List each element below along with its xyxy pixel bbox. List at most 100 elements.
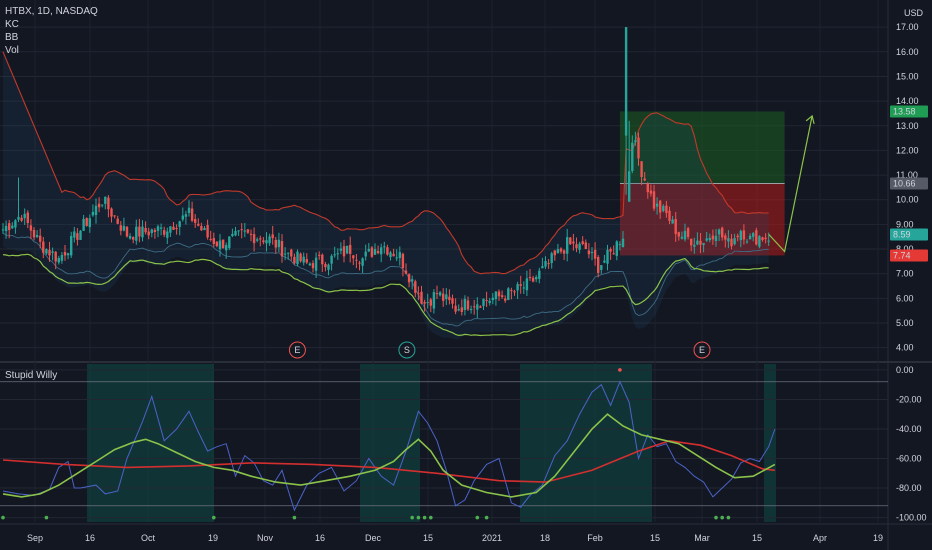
indicator-bb-label[interactable]: BB <box>5 31 98 44</box>
candle-body <box>144 228 147 233</box>
candle-body <box>674 218 677 235</box>
willy-signal-dot <box>475 515 480 520</box>
candle-body <box>330 255 333 264</box>
candle-body <box>141 226 144 238</box>
time-tick-label: 15 <box>752 533 762 543</box>
candle-body <box>181 215 184 220</box>
chart-legend: HTBX, 1D, NASDAQ KC BB Vol <box>5 5 98 57</box>
candle-body <box>593 249 597 259</box>
candle-body <box>324 264 327 268</box>
price-tag-label: 13.58 <box>893 106 916 116</box>
candle-body <box>603 260 606 263</box>
price-tick-label: 13.00 <box>896 121 919 131</box>
candle-body <box>569 237 572 245</box>
candle-body <box>376 250 380 254</box>
candle-body <box>544 260 547 267</box>
candle-body <box>225 245 228 251</box>
price-tick-label: 15.00 <box>896 71 919 81</box>
candle-body <box>221 239 225 249</box>
candle-body <box>686 228 690 237</box>
candle-body <box>708 237 711 240</box>
candle-body <box>404 270 408 274</box>
price-tag-label: 7.74 <box>893 250 911 260</box>
price-tick-label: 16.00 <box>896 47 919 57</box>
candle-body <box>401 253 405 268</box>
candle-body <box>634 140 637 143</box>
willy-signal-dot <box>410 515 415 520</box>
candle-body <box>510 290 513 292</box>
candle-body <box>584 242 587 250</box>
candle-body <box>97 203 101 208</box>
candle-body <box>547 263 550 265</box>
candle-body <box>553 250 556 256</box>
candle-body <box>721 227 724 238</box>
candle-body <box>277 239 281 248</box>
candle-body <box>128 236 132 239</box>
willy-signal-dot <box>212 515 216 520</box>
price-tick-label: 4.00 <box>896 343 914 353</box>
candle-body <box>228 236 231 249</box>
candle-body <box>600 265 603 270</box>
candle-body <box>339 248 343 251</box>
willy-highlight-zone <box>87 364 214 522</box>
candle-body <box>336 253 339 255</box>
chart-canvas[interactable]: 4.005.006.007.008.009.0010.0011.0012.001… <box>0 0 932 550</box>
candle-body <box>733 238 736 245</box>
candle-body <box>361 258 364 266</box>
candle-body <box>190 208 194 221</box>
candle-body <box>606 249 609 264</box>
candle-body <box>485 300 488 302</box>
candle-body <box>538 270 541 279</box>
willy-signal-dot <box>422 515 427 520</box>
candle-body <box>612 253 615 255</box>
candle-body <box>531 277 535 282</box>
willy-signal-dot <box>44 515 49 520</box>
candle-body <box>380 247 383 255</box>
candle-body <box>628 171 631 202</box>
candle-body <box>280 241 284 257</box>
price-tick-label: 12.00 <box>896 145 919 155</box>
time-tick-label: 15 <box>423 533 433 543</box>
candle-body <box>423 302 426 304</box>
time-tick-label: Dec <box>365 533 382 543</box>
indicator-kc-label[interactable]: KC <box>5 18 98 31</box>
candle-body <box>559 248 563 252</box>
candle-body <box>66 253 70 256</box>
candle-body <box>147 231 150 236</box>
candle-body <box>562 250 566 254</box>
candle-body <box>296 251 299 265</box>
candle-body <box>655 203 659 207</box>
candle-body <box>469 309 473 311</box>
candle-body <box>575 244 578 249</box>
candle-body <box>349 244 352 254</box>
candle-body <box>680 236 684 239</box>
candle-body <box>652 191 656 209</box>
candle-body <box>79 230 82 240</box>
candle-body <box>135 226 138 241</box>
candle-body <box>581 241 584 245</box>
candle-body <box>457 309 460 311</box>
candle-body <box>73 231 76 238</box>
candle-body <box>764 237 767 240</box>
candle-body <box>522 287 525 289</box>
candle-body <box>420 291 423 304</box>
indicator-vol-label[interactable]: Vol <box>5 44 98 57</box>
event-marker-label: S <box>404 345 410 355</box>
time-tick-label: Nov <box>257 533 274 543</box>
candle-body <box>293 256 296 264</box>
candle-body <box>578 243 581 250</box>
candle-body <box>197 223 200 226</box>
symbol-label[interactable]: HTBX, 1D, NASDAQ <box>5 5 98 18</box>
candle-body <box>373 249 377 255</box>
willy-indicator-label[interactable]: Stupid Willy <box>5 369 57 382</box>
candle-body <box>476 304 479 310</box>
candle-body <box>23 213 26 219</box>
candle-body <box>268 236 271 244</box>
willy-tick-label: -60.00 <box>896 454 922 464</box>
candle-body <box>587 250 591 255</box>
time-tick-label: Feb <box>587 533 603 543</box>
willy-tick-label: -40.00 <box>896 424 922 434</box>
willy-tick-label: 0.00 <box>896 365 914 375</box>
candle-body <box>308 263 312 266</box>
candle-body <box>321 254 324 265</box>
